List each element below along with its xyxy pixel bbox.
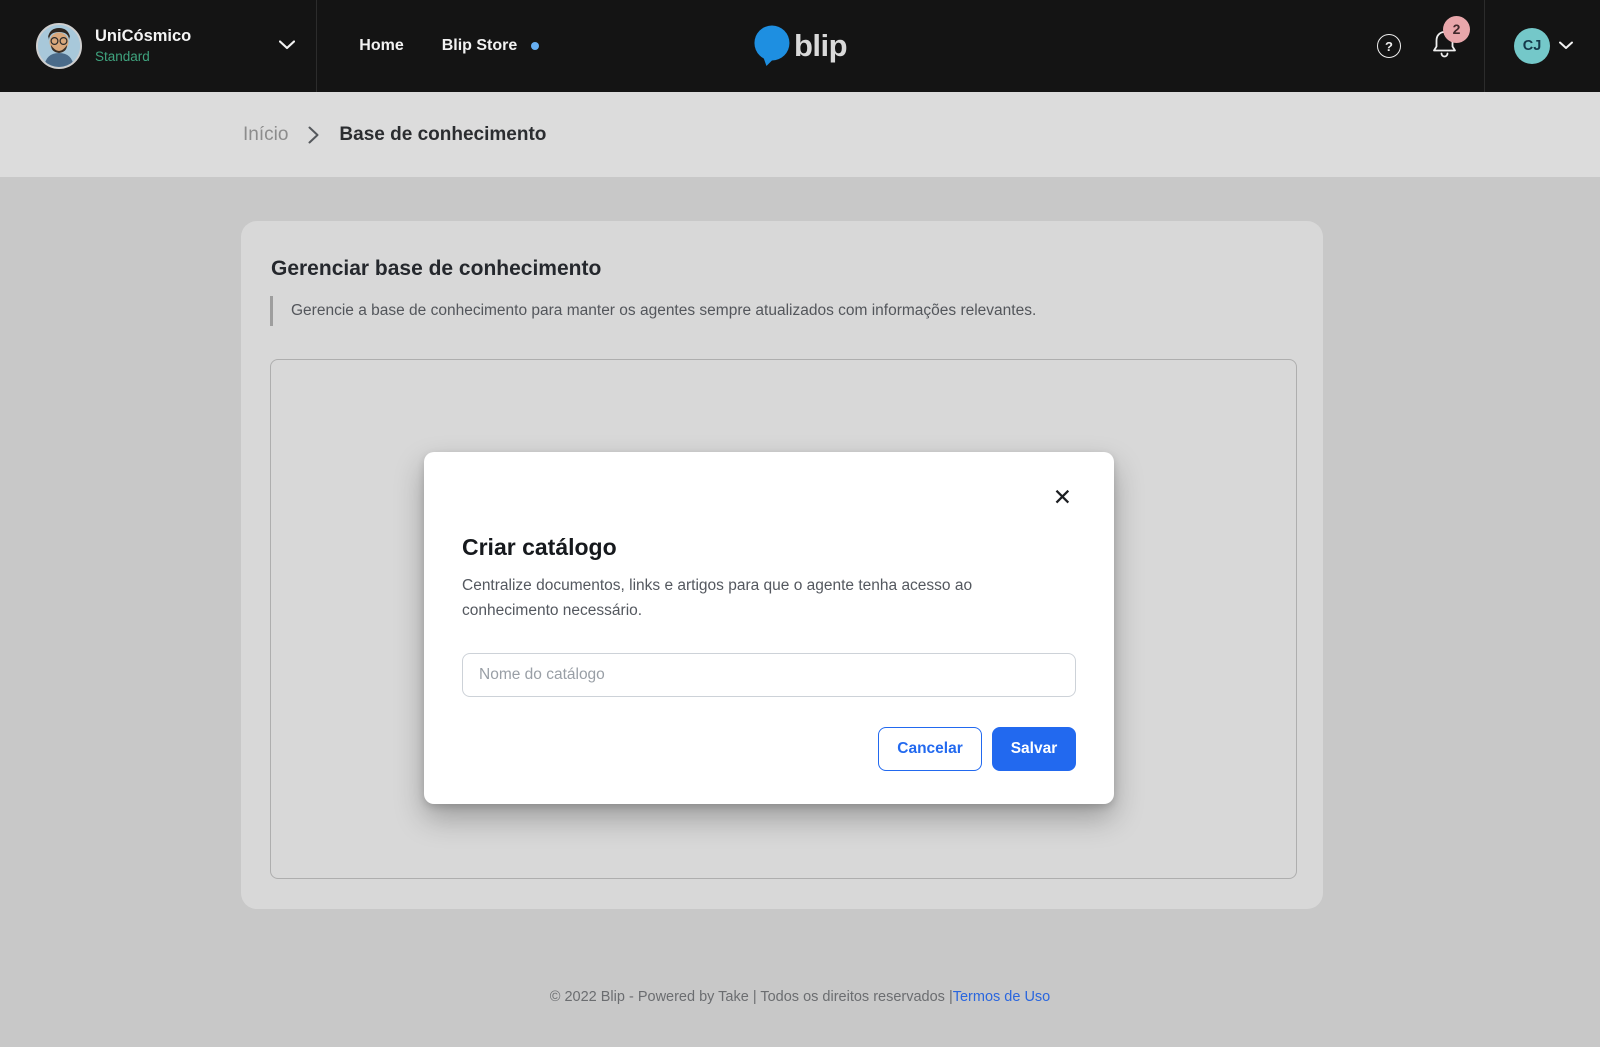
tenant-name: UniCósmico [95,27,191,46]
save-button[interactable]: Salvar [992,727,1076,771]
breadcrumb-current: Base de conhecimento [339,124,546,146]
nav-item-home-label: Home [359,37,403,55]
tenant-names: UniCósmico Standard [95,27,191,64]
user-avatar[interactable]: CJ [1514,28,1550,64]
modal-description: Centralize documentos, links e artigos p… [462,573,997,623]
catalog-name-input[interactable] [462,653,1076,697]
blip-logo-text: blip [794,28,847,64]
tenant-selector[interactable]: UniCósmico Standard [36,23,295,69]
help-icon[interactable]: ? [1377,34,1401,58]
modal-title: Criar catálogo [462,534,1076,561]
chevron-right-icon [308,126,319,144]
tenant-plan-badge: Standard [95,49,191,65]
breadcrumb: Início Base de conhecimento [0,92,1600,177]
breadcrumb-item-inicio[interactable]: Início [243,124,288,146]
nav-item-blip-store-label: Blip Store [442,37,518,55]
navbar-divider [316,0,317,92]
cancel-button[interactable]: Cancelar [878,727,982,771]
navbar-divider [1484,0,1485,92]
blip-bubble-icon [753,25,791,67]
modal-actions: Cancelar Salvar [462,727,1076,771]
nav-item-blip-store[interactable]: Blip Store [442,37,540,55]
footer: © 2022 Blip - Powered by Take | Todos os… [0,989,1600,1005]
create-catalog-modal: ✕ Criar catálogo Centralize documentos, … [424,452,1114,804]
page-title: Gerenciar base de conhecimento [270,257,1297,281]
navbar-right: ? 2 CJ [1377,0,1573,92]
user-initials: CJ [1523,38,1542,54]
notifications-button[interactable]: 2 [1432,30,1457,63]
blip-logo: blip [753,25,847,67]
chevron-down-icon[interactable] [1559,37,1573,55]
chevron-down-icon[interactable] [279,37,295,55]
footer-copyright: © 2022 Blip - Powered by Take | Todos os… [550,989,953,1005]
notification-dot-icon [531,42,539,50]
terms-of-use-link[interactable]: Termos de Uso [953,989,1051,1005]
top-navbar: UniCósmico Standard Home Blip Store blip… [0,0,1600,92]
nav-links: Home Blip Store [359,37,539,55]
help-glyph: ? [1385,39,1393,54]
nav-item-home[interactable]: Home [359,37,403,55]
tenant-avatar [36,23,82,69]
close-icon[interactable]: ✕ [1053,486,1072,509]
page-subtitle: Gerencie a base de conhecimento para man… [270,296,1297,326]
notification-count-badge: 2 [1443,16,1470,43]
